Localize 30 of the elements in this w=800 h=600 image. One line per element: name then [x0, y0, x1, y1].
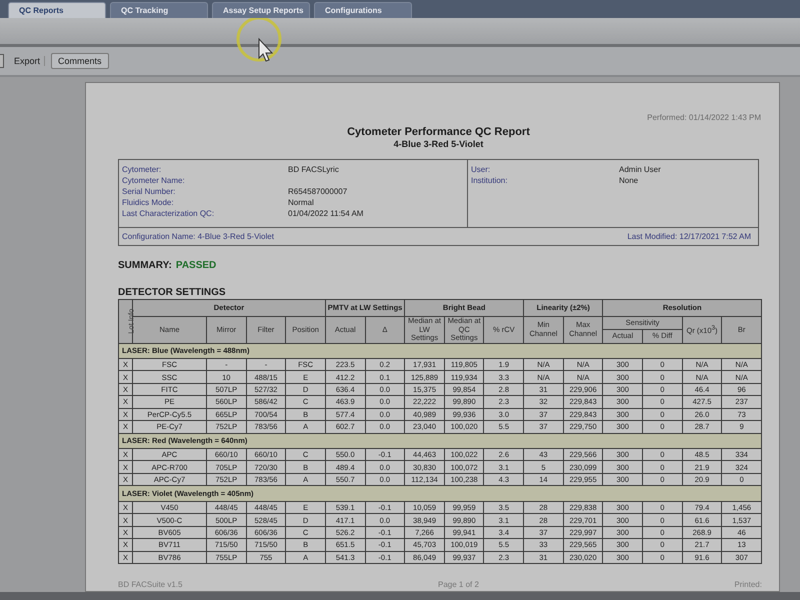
info-label: Cytometer: — [122, 164, 162, 175]
summary-label: SUMMARY: — [118, 260, 172, 271]
info-value: 01/04/2022 11:54 AM — [288, 208, 364, 219]
info-label: Cytometer Name: — [122, 175, 186, 186]
comments-button[interactable]: Comments — [51, 53, 109, 69]
tab[interactable]: Configurations — [314, 2, 412, 18]
info-value: None — [619, 175, 638, 186]
info-value: Normal — [288, 197, 314, 208]
last-modified: Last Modified: 12/17/2021 7:52 AM — [627, 232, 751, 241]
info-label: Institution: — [471, 175, 508, 186]
info-label: Serial Number: — [122, 186, 176, 197]
page-number: Page 1 of 2 — [438, 580, 479, 589]
printed-label: Printed: — [734, 580, 762, 589]
section-heading: DETECTOR SETTINGS — [118, 287, 227, 298]
info-value: Admin User — [619, 164, 661, 175]
info-label: Last Characterization QC: — [122, 208, 216, 219]
info-label: User: — [471, 164, 492, 175]
tab[interactable]: QC Tracking — [110, 2, 208, 18]
info-value: R654587000007 — [288, 186, 348, 197]
performed-date: Performed: 01/14/2022 1:43 PM — [647, 113, 761, 122]
footer-version: BD FACSuite v1.5 — [118, 580, 182, 589]
summary-result: PASSED — [176, 260, 216, 271]
tab[interactable]: QC Reports — [8, 2, 106, 18]
configuration-name: Configuration Name: 4-Blue 3-Red 5-Violet — [122, 232, 274, 241]
tab[interactable]: Assay Setup Reports — [212, 2, 310, 18]
report-title: Cytometer Performance QC Report — [346, 126, 531, 138]
info-label: Fluidics Mode: — [122, 197, 175, 208]
export-button[interactable]: Export — [10, 56, 46, 66]
report-subtitle: 4-Blue 3-Red 5-Violet — [392, 139, 484, 149]
info-value: BD FACSLyric — [288, 164, 339, 175]
